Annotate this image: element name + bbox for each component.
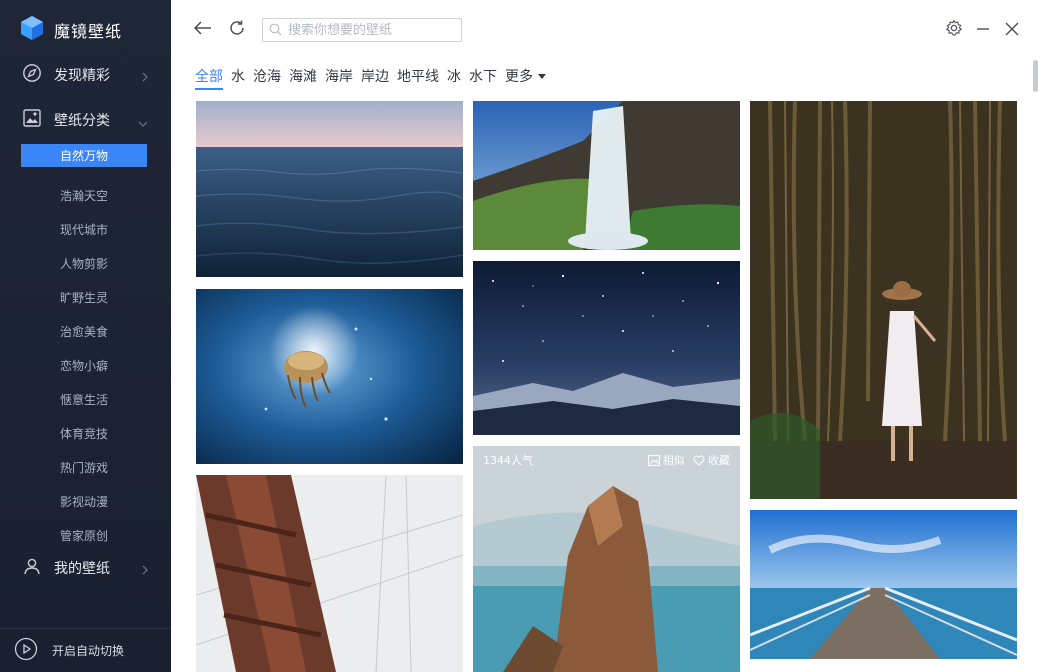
wallpaper-waterfall-image	[473, 101, 740, 250]
overlay-actions: 相似 收藏	[648, 452, 730, 468]
sidebar: 魔镜壁纸 发现精彩 壁纸分类 自然万物 浩瀚天空 现代城市 人物剪影 旷野生灵 …	[0, 0, 171, 672]
wallpaper-tile-ocean[interactable]	[196, 101, 463, 277]
tab-shore[interactable]: 岸边	[361, 66, 389, 88]
picture-frame-icon	[22, 108, 42, 132]
tab-coast[interactable]: 海岸	[325, 66, 353, 88]
compass-icon	[22, 63, 42, 87]
chevron-right-icon	[141, 561, 149, 580]
user-icon	[22, 556, 42, 580]
minimize-icon	[976, 21, 990, 40]
scrollbar-thumb[interactable]	[1033, 60, 1038, 92]
category-item[interactable]: 治愈美食	[0, 314, 171, 348]
category-item[interactable]: 恋物小癖	[0, 348, 171, 382]
close-icon	[1005, 21, 1019, 40]
tab-sea[interactable]: 沧海	[253, 66, 281, 88]
category-item[interactable]: 人物剪影	[0, 246, 171, 280]
search-icon	[269, 21, 282, 40]
top-bar	[171, 0, 1042, 60]
favorite-button[interactable]: 收藏	[693, 452, 730, 468]
wallpaper-tile-jellyfish[interactable]	[196, 289, 463, 464]
wallpaper-tile-pier[interactable]	[750, 510, 1017, 659]
image-icon	[648, 454, 660, 466]
category-item[interactable]: 惬意生活	[0, 382, 171, 416]
wallpaper-banyan-woman-image	[750, 101, 1017, 499]
wallpaper-bridge-tower-image	[196, 475, 463, 672]
arrow-left-icon	[193, 20, 213, 40]
app-brand-name: 魔镜壁纸	[54, 22, 123, 41]
tab-beach[interactable]: 海滩	[289, 66, 317, 88]
category-item[interactable]: 自然万物	[21, 144, 147, 167]
category-item[interactable]: 影视动漫	[0, 484, 171, 518]
similar-button[interactable]: 相似	[648, 452, 685, 468]
app-logo-area: 魔镜壁纸	[20, 16, 122, 44]
wallpaper-tile-sea-stack[interactable]: 1344人气 相似 收藏	[473, 446, 740, 672]
minimize-button[interactable]	[972, 19, 994, 41]
similar-label: 相似	[663, 454, 685, 467]
category-item[interactable]: 现代城市	[0, 212, 171, 246]
popularity-count: 1344人气	[483, 454, 533, 467]
chevron-right-icon	[141, 68, 149, 87]
close-button[interactable]	[1001, 19, 1023, 41]
category-item[interactable]: 管家原创	[0, 518, 171, 552]
tab-ice[interactable]: 冰	[447, 66, 461, 88]
caret-down-icon	[538, 73, 546, 79]
wallpaper-sea-stack-image	[473, 446, 740, 672]
category-item[interactable]: 旷野生灵	[0, 280, 171, 314]
auto-switch-button[interactable]: 开启自动切换	[0, 628, 171, 672]
category-item[interactable]: 体育竞技	[0, 416, 171, 450]
tab-horizon[interactable]: 地平线	[397, 66, 439, 88]
auto-switch-label: 开启自动切换	[52, 644, 125, 658]
nav-category[interactable]: 壁纸分类	[0, 102, 171, 138]
category-item[interactable]: 热门游戏	[0, 450, 171, 484]
play-icon	[14, 637, 38, 665]
wallpaper-pier-image	[750, 510, 1017, 659]
tab-underwater[interactable]: 水下	[469, 66, 497, 88]
tab-all[interactable]: 全部	[195, 66, 223, 90]
wallpaper-tile-waterfall[interactable]	[473, 101, 740, 250]
category-list: 自然万物 浩瀚天空 现代城市 人物剪影 旷野生灵 治愈美食 恋物小癖 惬意生活 …	[0, 144, 171, 552]
chevron-down-icon	[137, 113, 149, 132]
tab-more-label: 更多	[505, 69, 533, 85]
subcategory-tabs: 全部 水 沧海 海滩 海岸 岸边 地平线 冰 水下 更多	[195, 66, 554, 90]
tab-more[interactable]: 更多	[505, 66, 546, 88]
wallpaper-tile-bridge-tower[interactable]	[196, 475, 463, 672]
refresh-icon	[228, 19, 246, 41]
search-input[interactable]	[288, 22, 458, 38]
wallpaper-tile-banyan-woman[interactable]	[750, 101, 1017, 499]
tab-water[interactable]: 水	[231, 66, 245, 88]
nav-discover[interactable]: 发现精彩	[0, 57, 171, 93]
wallpaper-jellyfish-image	[196, 289, 463, 464]
heart-icon	[693, 455, 705, 466]
category-item[interactable]: 浩瀚天空	[0, 178, 171, 212]
gear-icon	[945, 19, 963, 41]
nav-my-wallpapers[interactable]: 我的壁纸	[0, 550, 171, 586]
wallpaper-hover-overlay: 1344人气 相似 收藏	[473, 446, 740, 474]
wallpaper-starry-night-image	[473, 261, 740, 435]
app-logo-icon	[20, 15, 44, 45]
nav-category-label: 壁纸分类	[54, 113, 110, 129]
settings-button[interactable]	[943, 19, 965, 41]
refresh-button[interactable]	[226, 19, 248, 41]
favorite-label: 收藏	[708, 454, 730, 467]
wallpaper-tile-starry-night[interactable]	[473, 261, 740, 435]
wallpaper-ocean-image	[196, 101, 463, 277]
nav-discover-label: 发现精彩	[54, 68, 110, 84]
nav-my-wallpapers-label: 我的壁纸	[54, 561, 110, 577]
back-button[interactable]	[192, 19, 214, 41]
search-box[interactable]	[262, 18, 462, 42]
